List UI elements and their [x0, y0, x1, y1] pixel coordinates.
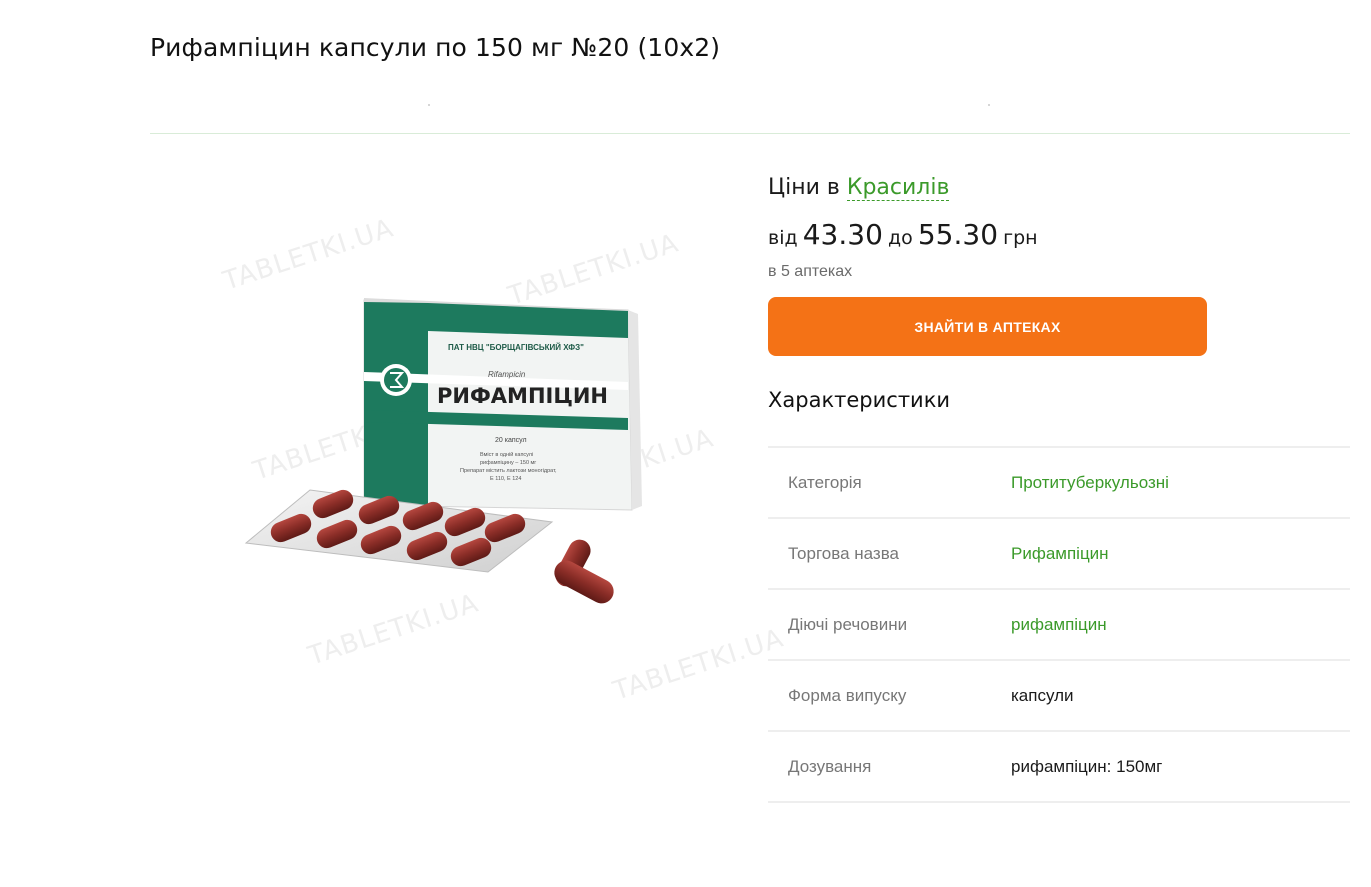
- divider-speck: [428, 104, 430, 106]
- table-row: Категорія Протитуберкульозні: [768, 447, 1350, 518]
- price-to-label: до: [887, 227, 913, 249]
- char-key: Діючі речовини: [788, 614, 908, 634]
- header-divider: [150, 133, 1350, 134]
- box-latin-text: Rifampicin: [488, 370, 526, 379]
- prices-heading-prefix: Ціни в: [768, 175, 840, 200]
- box-composition-line: рифампіцину – 150 мг: [480, 460, 536, 466]
- char-key: Дозування: [788, 756, 872, 776]
- divider-speck: [988, 104, 990, 106]
- box-name-text: РИФАМПІЦИН: [437, 384, 608, 408]
- price-from-label: від: [768, 227, 798, 249]
- box-composition-line: Вміст в одній капсулі: [480, 451, 533, 458]
- characteristics-table: Категорія Протитуберкульозні Торгова наз…: [768, 446, 1350, 803]
- prices-heading: Ціни в Красилів: [768, 175, 950, 201]
- box-maker-text: ПАТ НВЦ "БОРЩАГІВСЬКИЙ ХФЗ": [448, 343, 584, 352]
- price-range: від 43.30 до 55.30 грн: [768, 218, 1038, 251]
- medicine-package-illustration: ПАТ НВЦ "БОРЩАГІВСЬКИЙ ХФЗ" Rifampicin Р…: [244, 298, 642, 604]
- box-composition-line: Е 110, Е 124: [490, 476, 521, 482]
- char-key: Категорія: [788, 472, 862, 492]
- char-value: рифампіцин: 150мг: [1011, 756, 1163, 776]
- characteristics-title: Характеристики: [768, 388, 951, 412]
- table-row: Дозування рифампіцин: 150мг: [768, 731, 1350, 802]
- find-in-pharmacies-button[interactable]: ЗНАЙТИ В АПТЕКАХ: [768, 297, 1207, 356]
- char-value-link[interactable]: Рифампіцин: [1011, 518, 1350, 589]
- table-row: Форма випуску капсули: [768, 660, 1350, 731]
- currency-label: грн: [1003, 227, 1038, 249]
- char-value-link[interactable]: Протитуберкульозні: [1011, 447, 1350, 518]
- pharmacy-count: в 5 аптеках: [768, 263, 853, 280]
- char-key: Форма випуску: [788, 685, 907, 705]
- char-key: Торгова назва: [788, 543, 900, 563]
- box-composition-line: Препарат містить лактози моногідрат,: [460, 468, 557, 474]
- max-price: 55.30: [917, 218, 999, 251]
- page-title: Рифампіцин капсули по 150 мг №20 (10х2): [150, 33, 721, 62]
- box-count-text: 20 капсул: [495, 437, 527, 444]
- char-value-link[interactable]: рифампіцин: [1011, 589, 1350, 660]
- min-price: 43.30: [802, 218, 883, 251]
- char-value: капсули: [1011, 685, 1074, 705]
- table-row: Діючі речовини рифампіцин: [768, 589, 1350, 660]
- table-row: Торгова назва Рифампіцин: [768, 518, 1350, 589]
- product-image[interactable]: TABLETKI.UA TABLETKI.UA TABLETKI.UA TABL…: [150, 160, 788, 760]
- city-selector-link[interactable]: Красилів: [846, 175, 950, 201]
